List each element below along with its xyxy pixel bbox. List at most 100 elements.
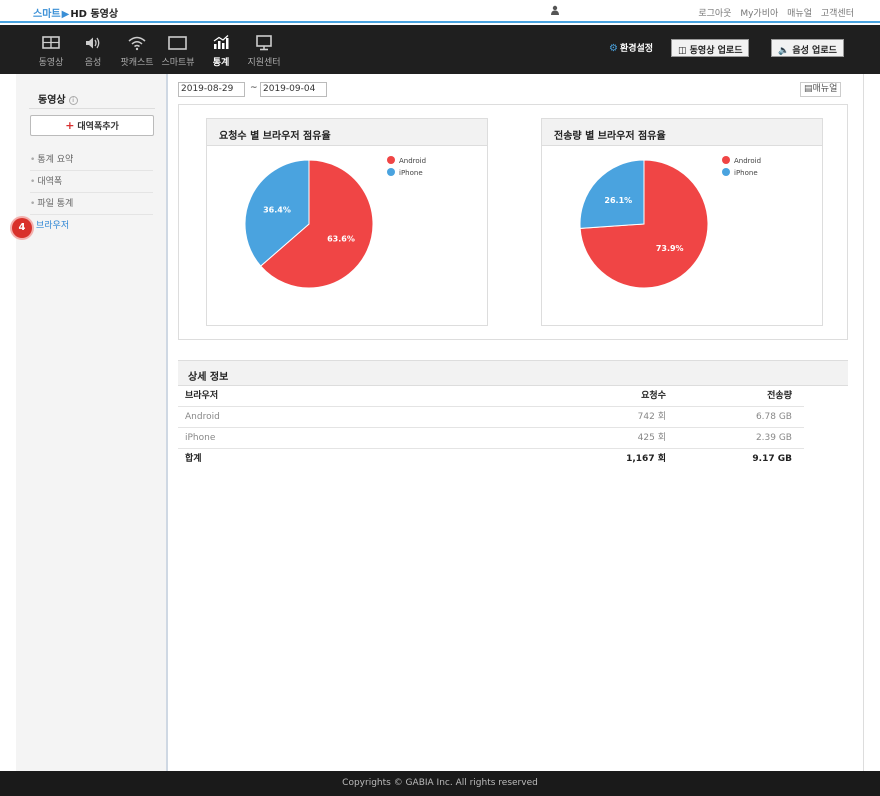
- chart-title: 요청수 별 브라우저 점유율: [207, 119, 487, 146]
- video-upload-button[interactable]: ◫ 동영상 업로드: [671, 39, 750, 57]
- screen-icon: [168, 36, 187, 50]
- sidebar-item-label: 브라우저: [36, 221, 70, 231]
- plus-icon: +: [65, 119, 75, 132]
- add-bandwidth-button[interactable]: + 대역폭추가: [30, 115, 154, 136]
- nav-item-audio[interactable]: 음성: [78, 34, 108, 68]
- nav-item-podcast[interactable]: 팟캐스트: [114, 34, 160, 68]
- detail-section-title: 상세 정보: [178, 360, 848, 386]
- film-small-icon: ◫: [678, 46, 687, 56]
- main-nav: 동영상 음성 팟캐스트 스마트뷰 통계 지원센터 ⚙ 환경설정 ◫ 동영상 업로드…: [0, 25, 880, 74]
- nav-label-stats: 통계: [212, 58, 230, 68]
- sidebar-title-text: 동영상: [38, 95, 66, 106]
- legend-label-iphone: iPhone: [399, 169, 423, 177]
- cell-browser: iPhone: [185, 433, 216, 443]
- nav-label-smartview: 스마트뷰: [161, 58, 195, 68]
- main-content: 2019-08-29 ~ 2019-09-04 ▤매뉴얼 요청수 별 브라우저 …: [170, 74, 864, 771]
- legend-label-android: Android: [734, 157, 761, 165]
- video-upload-label: 동영상 업로드: [689, 46, 743, 56]
- legend-marker-iphone: [387, 168, 395, 176]
- cell-transfer: 6.78 GB: [755, 412, 792, 422]
- settings-label: 환경설정: [619, 44, 654, 54]
- sidebar-item-browser[interactable]: 브라우저: [36, 215, 159, 237]
- audio-upload-button[interactable]: 🔈 음성 업로드: [771, 39, 844, 57]
- nav-label-support: 지원센터: [247, 58, 281, 68]
- logo-text-hd: HD 동영상: [70, 9, 119, 20]
- detail-table: 브라우저 요청수 전송량 Android 742 회 6.78 GB iPhon…: [178, 386, 804, 470]
- sidebar-item-file-stats[interactable]: • 파일 통계: [30, 193, 153, 215]
- step-badge: 4: [12, 218, 32, 238]
- top-bar: 스마트▶HD 동영상 로그아웃 My가비아 매뉴얼 고객센터: [0, 0, 880, 23]
- speaker-icon: [86, 37, 100, 49]
- transfer-share-chart: 전송량 별 브라우저 점유율 73.9% 26.1% Android iPhone: [541, 118, 823, 326]
- manual-link[interactable]: 매뉴얼: [787, 9, 812, 19]
- cell-browser: Android: [185, 412, 220, 422]
- bullet-icon: •: [30, 155, 36, 165]
- wifi-icon: [128, 36, 146, 51]
- logo[interactable]: 스마트▶HD 동영상: [33, 5, 118, 20]
- manual-label: 매뉴얼: [812, 84, 838, 94]
- footer: Copyrights © GABIA Inc. All rights reser…: [0, 771, 880, 796]
- speaker-small-icon: 🔈: [778, 46, 790, 56]
- nav-label-audio: 음성: [84, 58, 102, 68]
- nav-item-smartview[interactable]: 스마트뷰: [158, 34, 198, 68]
- sidebar-title: 동영상 i: [38, 91, 78, 106]
- cell-requests: 742 회: [637, 412, 666, 422]
- logo-arrow-icon: ▶: [61, 9, 70, 20]
- top-links: 로그아웃 My가비아 매뉴얼 고객센터: [692, 6, 854, 19]
- manual-button[interactable]: ▤매뉴얼: [800, 82, 842, 97]
- pie-slice-iphone: [579, 159, 645, 229]
- nav-label-podcast: 팟캐스트: [120, 58, 154, 68]
- support-link[interactable]: 고객센터: [821, 9, 854, 19]
- pie-chart: 63.6% 36.4% Android iPhone: [244, 156, 426, 289]
- nav-item-stats[interactable]: 통계: [207, 34, 235, 68]
- bullet-icon: •: [30, 199, 36, 209]
- logout-link[interactable]: 로그아웃: [698, 9, 731, 19]
- user-icon[interactable]: [550, 5, 560, 15]
- table-total-row: 합계 1,167 회 9.17 GB: [178, 449, 804, 470]
- mygabia-link[interactable]: My가비아: [740, 9, 778, 19]
- gear-icon: ⚙: [609, 43, 618, 54]
- add-bandwidth-label: 대역폭추가: [77, 122, 119, 132]
- chart-title: 전송량 별 브라우저 점유율: [542, 119, 822, 146]
- column-header-transfer: 전송량: [767, 391, 792, 401]
- column-header-requests: 요청수: [641, 391, 666, 401]
- request-share-chart: 요청수 별 브라우저 점유율 63.6% 36.4% Android iPhone: [206, 118, 488, 326]
- legend-marker-android: [387, 156, 395, 164]
- slice-value-label: 63.6%: [327, 235, 355, 244]
- table-header-row: 브라우저 요청수 전송량: [178, 386, 804, 407]
- sidebar-item-stats-summary[interactable]: • 통계 요약: [30, 149, 153, 171]
- table-row: Android 742 회 6.78 GB: [178, 407, 804, 428]
- end-date-input[interactable]: 2019-09-04: [260, 82, 327, 97]
- cell-total-transfer: 9.17 GB: [752, 454, 792, 464]
- start-date-input[interactable]: 2019-08-29: [178, 82, 245, 97]
- legend-label-iphone: iPhone: [734, 169, 758, 177]
- nav-item-video[interactable]: 동영상: [36, 34, 66, 68]
- cell-transfer: 2.39 GB: [755, 433, 792, 443]
- settings-link[interactable]: ⚙ 환경설정: [609, 41, 653, 54]
- info-icon[interactable]: i: [68, 95, 78, 105]
- nav-label-video: 동영상: [38, 58, 64, 68]
- pie-chart: 73.9% 26.1% Android iPhone: [579, 156, 761, 289]
- document-icon: ▤: [804, 84, 813, 94]
- stats-icon: [213, 35, 229, 49]
- column-header-browser: 브라우저: [185, 391, 219, 401]
- sidebar-item-bandwidth[interactable]: • 대역폭: [30, 171, 153, 193]
- slice-value-label: 26.1%: [604, 196, 632, 205]
- cell-total-requests: 1,167 회: [626, 454, 666, 464]
- slice-value-label: 36.4%: [263, 205, 291, 214]
- legend-marker-android: [722, 156, 730, 164]
- sidebar: 동영상 i + 대역폭추가 • 통계 요약 • 대역폭 • 파일 통계 브라우저: [16, 74, 168, 771]
- cell-total-label: 합계: [185, 454, 202, 464]
- bullet-icon: •: [30, 177, 36, 187]
- table-row: iPhone 425 회 2.39 GB: [178, 428, 804, 449]
- date-range-separator: ~: [250, 83, 258, 93]
- slice-value-label: 73.9%: [656, 244, 684, 253]
- charts-container: 요청수 별 브라우저 점유율 63.6% 36.4% Android iPhone 전…: [178, 104, 848, 340]
- sidebar-item-label: 대역폭: [37, 177, 63, 187]
- legend-label-android: Android: [399, 157, 426, 165]
- monitor-icon: [256, 35, 272, 51]
- logo-text-smart: 스마트: [33, 9, 61, 20]
- nav-item-support[interactable]: 지원센터: [244, 34, 284, 68]
- legend-marker-iphone: [722, 168, 730, 176]
- cell-requests: 425 회: [637, 433, 666, 443]
